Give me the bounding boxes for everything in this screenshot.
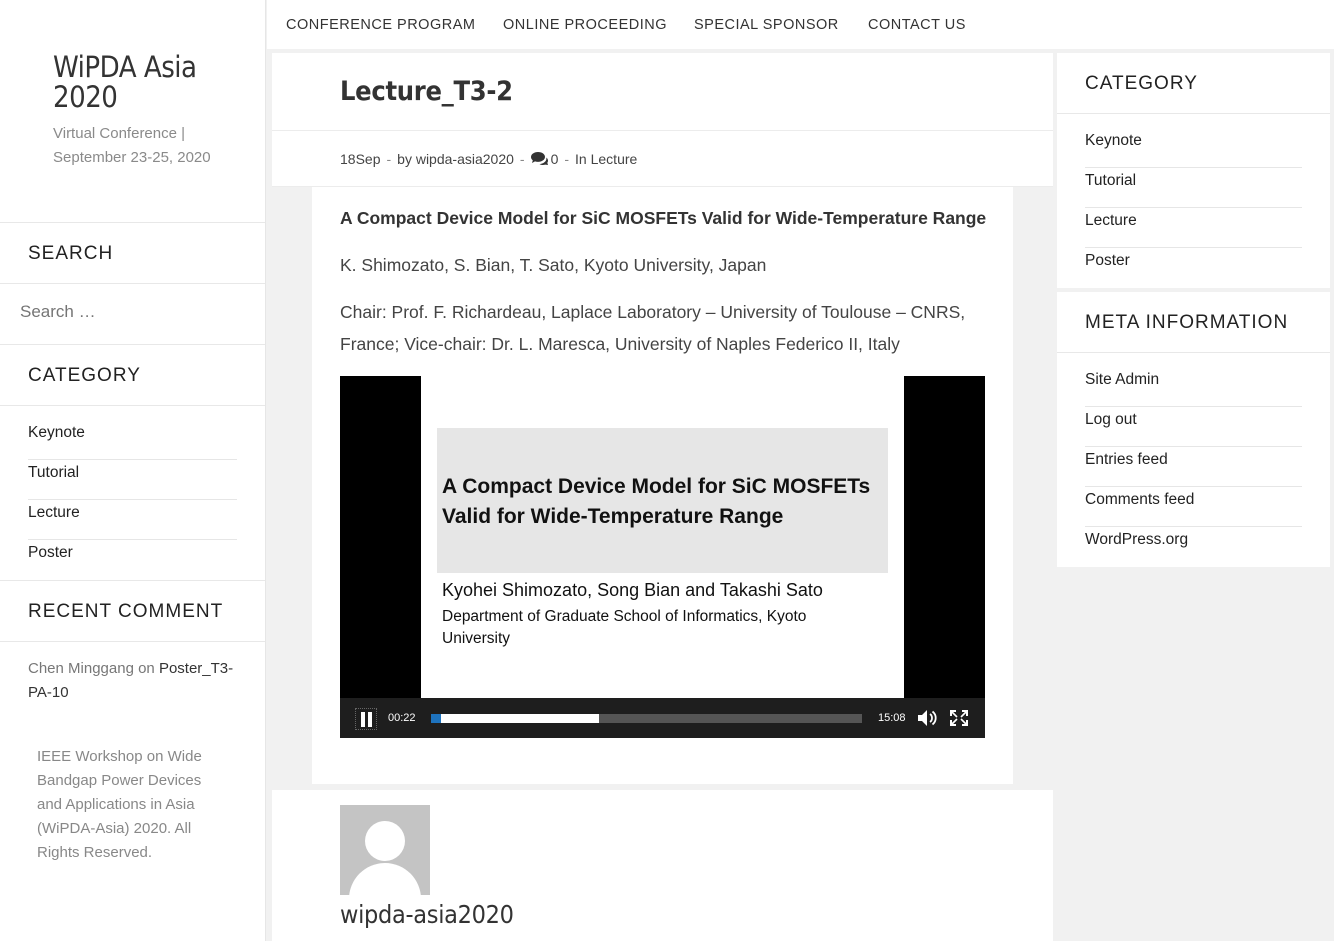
pause-button[interactable] bbox=[355, 708, 377, 730]
meta-link-wordpress[interactable]: WordPress.org bbox=[1085, 527, 1302, 567]
default-avatar-icon bbox=[349, 821, 421, 895]
author-name[interactable]: wipda-asia2020 bbox=[340, 900, 514, 929]
meta-information-widget: META INFORMATION Site Admin Log out Entr… bbox=[1057, 292, 1330, 567]
meta-link-comments-feed[interactable]: Comments feed bbox=[1085, 487, 1302, 527]
site-description: Virtual Conference | September 23-25, 20… bbox=[53, 125, 211, 166]
footer-copyright: IEEE Workshop on Wide Bandgap Power Devi… bbox=[37, 748, 202, 861]
search-input[interactable] bbox=[20, 302, 240, 322]
nav-special-sponsor[interactable]: SPECIAL SPONSOR bbox=[694, 17, 839, 33]
recent-comment: Chen Minggang on Poster_T3-PA-10 bbox=[0, 642, 265, 705]
post-category-link[interactable]: In Lecture bbox=[575, 151, 637, 167]
progress-bar[interactable] bbox=[431, 714, 862, 723]
volume-icon[interactable] bbox=[917, 709, 937, 727]
duration: 15:08 bbox=[878, 712, 906, 724]
site-title[interactable]: WiPDA Asia 2020 bbox=[53, 52, 233, 112]
video-controls: 00:22 15:08 bbox=[340, 698, 985, 738]
category-link-keynote[interactable]: Keynote bbox=[28, 420, 237, 460]
left-sidebar: WiPDA Asia 2020 Virtual Conference | Sep… bbox=[0, 0, 266, 941]
meta-separator: - bbox=[519, 151, 525, 167]
meta-link-log-out[interactable]: Log out bbox=[1085, 407, 1302, 447]
author-avatar bbox=[340, 805, 430, 895]
slide-authors: Kyohei Shimozato, Song Bian and Takashi … bbox=[442, 580, 823, 600]
slide-title: A Compact Device Model for SiC MOSFETs V… bbox=[442, 475, 871, 528]
buffered-bar bbox=[431, 714, 600, 723]
recent-comment-heading: RECENT COMMENT bbox=[0, 581, 265, 642]
nav-contact-us[interactable]: CONTACT US bbox=[868, 17, 966, 33]
search-heading: SEARCH bbox=[0, 223, 265, 284]
site-branding: WiPDA Asia 2020 Virtual Conference | Sep… bbox=[0, 0, 265, 223]
slide-department: Department of Graduate School of Informa… bbox=[442, 608, 807, 647]
meta-link-site-admin[interactable]: Site Admin bbox=[1085, 367, 1302, 407]
right-category-link-tutorial[interactable]: Tutorial bbox=[1085, 168, 1302, 208]
played-bar bbox=[431, 714, 442, 723]
nav-conference-program[interactable]: CONFERENCE PROGRAM bbox=[286, 17, 475, 33]
nav-online-proceeding[interactable]: ONLINE PROCEEDING bbox=[503, 17, 667, 33]
content-chair: Chair: Prof. F. Richardeau, Laplace Labo… bbox=[340, 302, 966, 354]
meta-separator: - bbox=[386, 151, 392, 167]
meta-heading: META INFORMATION bbox=[1057, 292, 1330, 353]
post-title: Lecture_T3-2 bbox=[340, 76, 513, 107]
post-author-link[interactable]: by wipda-asia2020 bbox=[397, 151, 514, 167]
comment-author: Chen Minggang bbox=[28, 660, 134, 677]
video-frame: A Compact Device Model for SiC MOSFETs V… bbox=[421, 376, 904, 698]
video-player[interactable]: A Compact Device Model for SiC MOSFETs V… bbox=[340, 376, 985, 738]
fullscreen-icon[interactable] bbox=[949, 709, 969, 727]
current-time: 00:22 bbox=[388, 712, 416, 724]
meta-list: Site Admin Log out Entries feed Comments… bbox=[1057, 353, 1330, 567]
right-category-widget: CATEGORY Keynote Tutorial Lecture Poster bbox=[1057, 53, 1330, 288]
comments-link[interactable]: 0 bbox=[530, 151, 559, 167]
category-link-tutorial[interactable]: Tutorial bbox=[28, 460, 237, 500]
content-authors: K. Shimozato, S. Bian, T. Sato, Kyoto Un… bbox=[340, 255, 767, 275]
post-meta: 18Sep - by wipda-asia2020-0- In Lecture bbox=[340, 151, 637, 167]
right-category-link-poster[interactable]: Poster bbox=[1085, 248, 1302, 288]
meta-separator: - bbox=[564, 151, 570, 167]
right-category-link-lecture[interactable]: Lecture bbox=[1085, 208, 1302, 248]
right-category-heading: CATEGORY bbox=[1057, 53, 1330, 114]
top-navigation: CONFERENCE PROGRAM ONLINE PROCEEDING SPE… bbox=[267, 0, 1334, 49]
comment-on: on bbox=[138, 660, 155, 677]
right-category-link-keynote[interactable]: Keynote bbox=[1085, 128, 1302, 168]
comments-icon bbox=[530, 152, 548, 165]
category-heading: CATEGORY bbox=[0, 345, 265, 406]
category-link-poster[interactable]: Poster bbox=[28, 540, 237, 580]
comments-count: 0 bbox=[550, 151, 559, 167]
post-date: 18Sep bbox=[340, 151, 381, 167]
meta-link-entries-feed[interactable]: Entries feed bbox=[1085, 447, 1302, 487]
content-heading: A Compact Device Model for SiC MOSFETs V… bbox=[340, 208, 987, 228]
category-list: Keynote Tutorial Lecture Poster bbox=[0, 406, 265, 581]
search-widget bbox=[0, 284, 265, 345]
slide-title-box: A Compact Device Model for SiC MOSFETs V… bbox=[437, 428, 888, 573]
category-link-lecture[interactable]: Lecture bbox=[28, 500, 237, 540]
right-category-list: Keynote Tutorial Lecture Poster bbox=[1057, 114, 1330, 288]
